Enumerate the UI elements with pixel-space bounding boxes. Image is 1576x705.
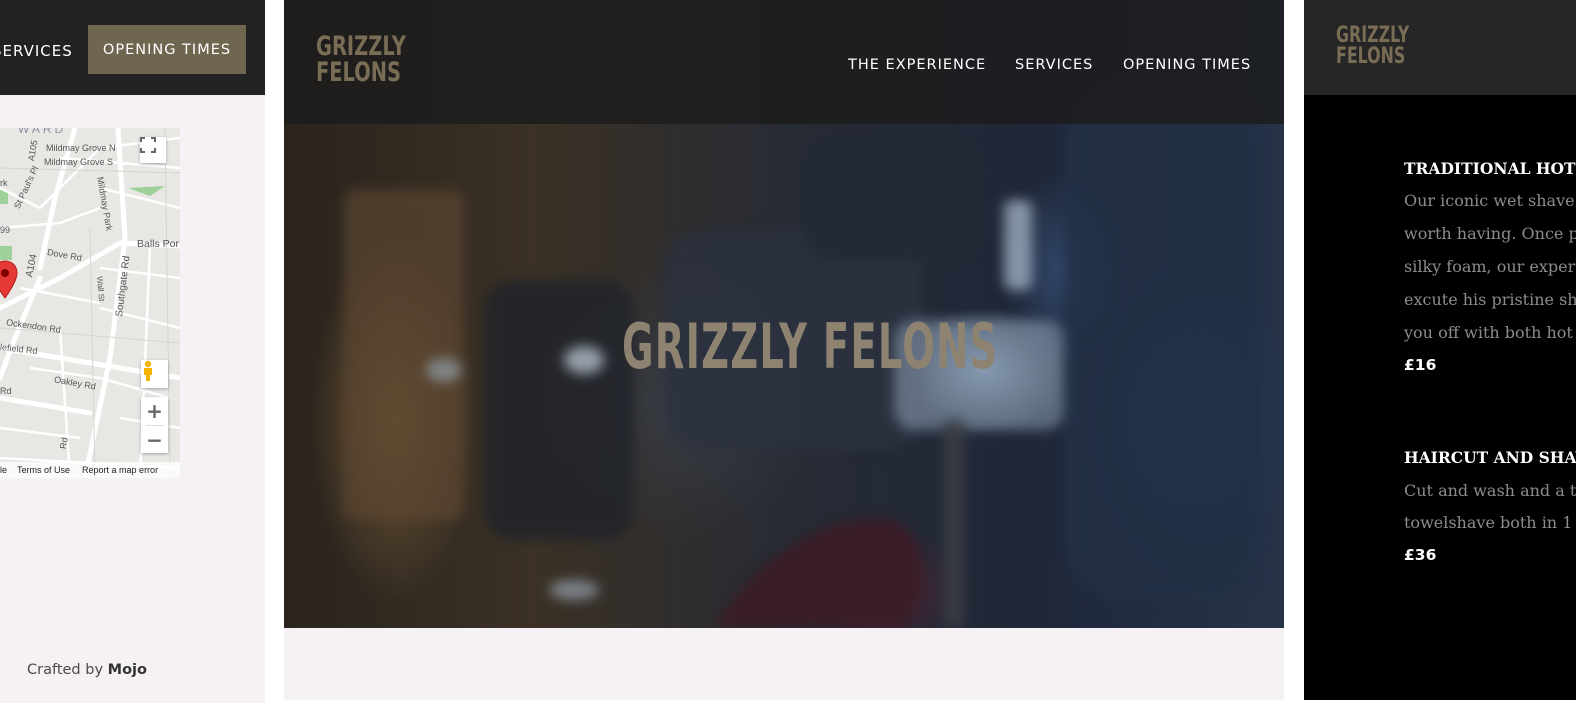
left-page-panel: SERVICES OPENING TIMES WARD Mildmay Grov…: [0, 0, 265, 703]
center-page-panel: GRIZZLY FELONS THE EXPERIENCE SERVICES O…: [284, 0, 1284, 700]
nav-opening-times-button[interactable]: OPENING TIMES: [88, 25, 246, 74]
service-description-line: silky foam, our exper: [1404, 257, 1576, 276]
location-marker-icon[interactable]: [0, 260, 18, 300]
crafted-by-prefix: Crafted by: [27, 662, 104, 678]
nav-services-link[interactable]: SERVICES: [0, 42, 73, 60]
center-logo-line2: FELONS: [316, 56, 402, 88]
map-label-balls-pond: Balls Por: [137, 238, 180, 250]
right-logo[interactable]: GRIZZLY FELONS: [1336, 25, 1409, 69]
left-nav-bar: SERVICES OPENING TIMES: [0, 0, 265, 95]
hero-title: GRIZZLY FELONS: [622, 310, 999, 383]
map-footer: le Terms of Use Report a map error: [0, 462, 180, 478]
fullscreen-icon: [140, 137, 156, 153]
nav-services-link[interactable]: SERVICES: [1015, 57, 1093, 73]
map-report-error-link[interactable]: Report a map error: [82, 465, 158, 475]
nav-opening-times-link[interactable]: OPENING TIMES: [1123, 57, 1251, 73]
zoom-out-button[interactable]: −: [146, 426, 163, 453]
service-price: £36: [1404, 546, 1437, 564]
zoom-controls: + −: [141, 397, 168, 453]
service-description-line: Cut and wash and a t: [1404, 481, 1576, 500]
map-label-99: 99: [0, 225, 11, 235]
pegman-icon: [144, 360, 152, 381]
map-label-rd: Rd: [0, 386, 12, 396]
map-label-hertford-rd: Rd: [58, 436, 70, 450]
zoom-in-button[interactable]: +: [146, 397, 163, 425]
google-map[interactable]: WARD Mildmay Grove N Mildmay Grove S A10…: [0, 128, 180, 478]
service-description-line: Our iconic wet shave: [1404, 191, 1575, 210]
service-description-line: worth having. Once p: [1404, 224, 1576, 243]
map-footer-google-fragment: le: [0, 465, 8, 475]
service-title: HAIRCUT AND SHAV: [1404, 448, 1576, 467]
crafted-by-credit: Crafted by Mojo: [27, 662, 147, 678]
map-label-mildmay-grove-n: Mildmay Grove N: [46, 143, 116, 153]
service-description-line: towelshave both in 1: [1404, 513, 1573, 532]
service-description-line: excute his pristine sh: [1404, 290, 1576, 309]
map-terms-link[interactable]: Terms of Use: [17, 465, 70, 475]
fullscreen-button[interactable]: [140, 137, 166, 163]
map-label-ward: WARD: [18, 128, 67, 136]
service-price: £16: [1404, 356, 1437, 374]
map-park: [0, 246, 12, 260]
street-view-pegman-button[interactable]: [141, 360, 168, 388]
center-logo[interactable]: GRIZZLY FELONS: [316, 31, 406, 88]
map-label-ark: rk: [0, 178, 8, 188]
nav-the-experience-link[interactable]: THE EXPERIENCE: [848, 57, 986, 73]
hero-section: GRIZZLY FELONS THE EXPERIENCE SERVICES O…: [284, 0, 1284, 628]
right-header-bar: GRIZZLY FELONS: [1304, 0, 1576, 95]
service-description-line: you off with both hot: [1404, 323, 1573, 342]
crafted-by-brand-link[interactable]: Mojo: [108, 662, 147, 678]
center-logo-line1: GRIZZLY: [316, 31, 406, 62]
right-page-panel: GRIZZLY FELONS TRADITIONAL HOT T Our ico…: [1304, 0, 1576, 700]
center-header-bar: GRIZZLY FELONS THE EXPERIENCE SERVICES O…: [284, 0, 1284, 124]
service-title: TRADITIONAL HOT T: [1404, 159, 1576, 178]
right-logo-line2: FELONS: [1336, 43, 1406, 69]
map-label-mildmay-grove-s: Mildmay Grove S: [44, 157, 114, 167]
